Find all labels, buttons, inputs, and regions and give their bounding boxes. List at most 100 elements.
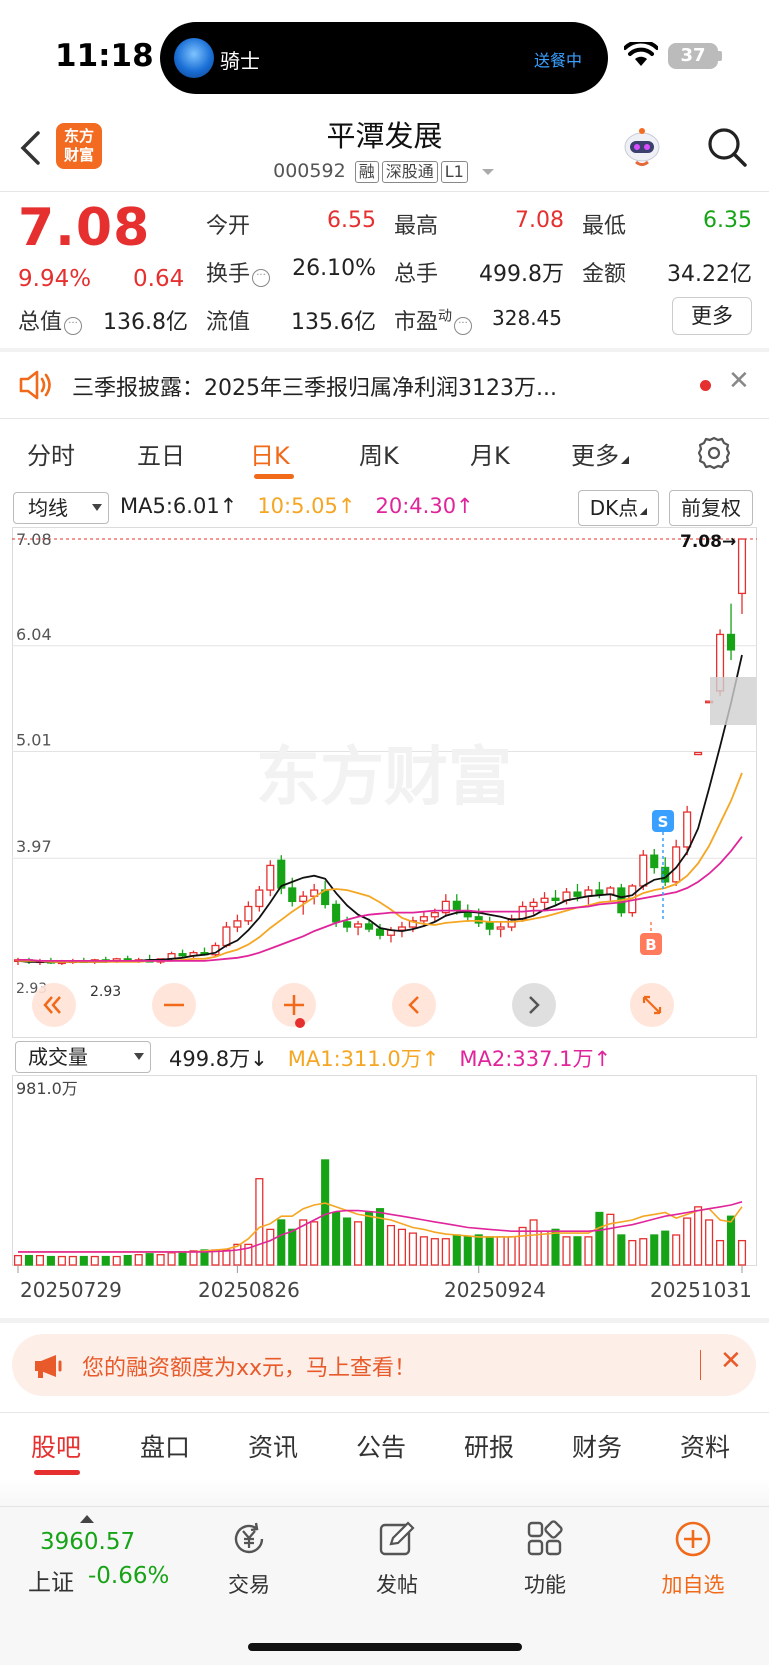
add-watchlist-button[interactable]: 加自选 (643, 1519, 743, 1599)
fullscreen-button[interactable] (630, 983, 674, 1027)
volume-bar-up (167, 1252, 176, 1266)
price-axis-label: 3.97 (16, 837, 52, 856)
promo-banner[interactable]: 您的融资额度为xx元，马上查看！ ✕ (12, 1334, 756, 1396)
notice-divider (0, 418, 769, 419)
low-price-tag: 2.93 (90, 984, 121, 1000)
volume-bar-down (474, 1234, 483, 1266)
close-icon[interactable]: ✕ (728, 366, 750, 396)
scroll-left-button[interactable] (392, 983, 436, 1027)
search-icon[interactable] (706, 126, 748, 168)
tab-intraday[interactable]: 分时 (27, 436, 75, 471)
candle-up (233, 920, 242, 928)
candle-up (737, 538, 747, 595)
date-label-2: 20250826 (198, 1278, 300, 1302)
more-button[interactable]: 更多 (672, 297, 752, 335)
turnover-label[interactable]: 换手 ··· (206, 256, 271, 288)
candle-up (518, 905, 527, 920)
scroll-right-button[interactable] (512, 983, 556, 1027)
amount-value: 34.22亿 (667, 262, 752, 287)
zoom-out-button[interactable] (152, 983, 196, 1027)
volume-bar-up (716, 1239, 725, 1266)
volume-label: 总手 (394, 262, 439, 287)
volume-bar-down (452, 1234, 461, 1266)
candle-up (266, 864, 275, 891)
volume-bar-down (650, 1234, 659, 1266)
wifi-icon (624, 42, 658, 66)
tab-daily-k[interactable]: 日K (250, 436, 290, 471)
clock: 11:18 (55, 38, 154, 74)
tab-order-book[interactable]: 盘口 (140, 1428, 190, 1464)
candle-up (222, 926, 231, 947)
gear-icon[interactable] (697, 436, 731, 470)
candle-down (573, 891, 582, 897)
promo-separator (700, 1350, 701, 1380)
volume-bar-down (101, 1255, 110, 1266)
zoom-in-button[interactable] (272, 983, 316, 1028)
dk-point-button[interactable]: DK点 (578, 490, 659, 526)
tab-financials[interactable]: 财务 (572, 1428, 622, 1464)
post-button[interactable]: 发帖 (347, 1519, 447, 1599)
price-adjust-button[interactable]: 前复权 (669, 490, 753, 526)
volume-indicator-select[interactable]: 成交量 (15, 1041, 151, 1073)
tab-weekly-k[interactable]: 周K (359, 436, 399, 471)
tab-more-label: 更多 (571, 442, 619, 470)
grid-apps-icon (527, 1520, 563, 1556)
tab-more[interactable]: 更多 (571, 436, 629, 471)
volume-bar-up (496, 1236, 505, 1266)
close-icon[interactable]: ✕ (720, 1346, 742, 1376)
delivery-status: 送餐中 (533, 51, 582, 70)
index-expand-caret-icon[interactable] (80, 1515, 94, 1523)
volume-chart[interactable]: 981.0万 (12, 1075, 757, 1275)
candle-up (419, 916, 428, 922)
tab-news[interactable]: 资讯 (248, 1428, 298, 1464)
candle-up (529, 901, 538, 908)
indicator-select[interactable]: 均线 (13, 492, 109, 524)
stock-code: 000592 (273, 160, 346, 182)
float-cap-label: 流值 (206, 310, 251, 335)
candle-up (430, 911, 439, 918)
volume-bar-down (364, 1211, 374, 1266)
dynamic-island[interactable]: 骑士 送餐中 (160, 22, 608, 94)
tab-five-day[interactable]: 五日 (137, 436, 185, 471)
volume-bar-up (266, 1228, 275, 1266)
scroll-left-fast-button[interactable] (32, 983, 76, 1027)
volume-bar-down (573, 1236, 582, 1266)
kline-chart[interactable]: 东方财富 7.086.045.013.97 7.08→ S B 2.93 2.9… (12, 527, 757, 1039)
tab-monthly-k[interactable]: 月K (470, 436, 510, 471)
volume-bar-up (90, 1255, 99, 1266)
tab-announcements[interactable]: 公告 (356, 1428, 406, 1464)
tab-active-underline (254, 474, 294, 479)
pe-sup: 动 (438, 308, 453, 325)
volume-bar-up (255, 1178, 264, 1266)
candle-down (726, 633, 736, 651)
tab-profile[interactable]: 资料 (680, 1428, 730, 1464)
index-change[interactable]: -0.66% (88, 1563, 169, 1589)
index-value[interactable]: 3960.57 (40, 1529, 135, 1555)
pe-label[interactable]: 市盈动 ··· (394, 304, 473, 336)
candle-down (277, 859, 286, 889)
turnover-value: 26.10% (292, 256, 376, 281)
high-value: 7.08 (515, 208, 564, 233)
post-label: 发帖 (376, 1573, 418, 1597)
features-button[interactable]: 功能 (495, 1519, 595, 1599)
tab-research[interactable]: 研报 (464, 1428, 514, 1464)
ai-assistant-icon[interactable] (620, 126, 664, 170)
ma5-value: MA5:6.01↑ (120, 494, 238, 518)
trade-button[interactable]: 交易 (199, 1519, 299, 1599)
sell-signal-label: S (658, 813, 669, 831)
volume-bar-up (737, 1239, 747, 1266)
candle-up (496, 926, 505, 930)
volume-bar-down (595, 1211, 604, 1266)
tab-forum[interactable]: 股吧 (31, 1428, 81, 1464)
market-cap-label[interactable]: 总值 ··· (18, 304, 83, 336)
margin-tag: 融 (354, 161, 379, 183)
last-price: 7.08 (18, 198, 151, 258)
volume-values: 499.8万↓ MA1:311.0万↑ MA2:337.1万↑ (169, 1043, 611, 1073)
edit-post-icon (379, 1521, 415, 1556)
notice-bar[interactable]: 三季报披露：2025年三季报归属净利润3123万... ✕ (0, 352, 769, 418)
volume-bar-up (310, 1221, 319, 1266)
index-name[interactable]: 上证 (28, 1563, 74, 1597)
volume-bar-down (288, 1228, 297, 1266)
candle-down (343, 921, 352, 928)
home-indicator[interactable] (248, 1643, 522, 1651)
